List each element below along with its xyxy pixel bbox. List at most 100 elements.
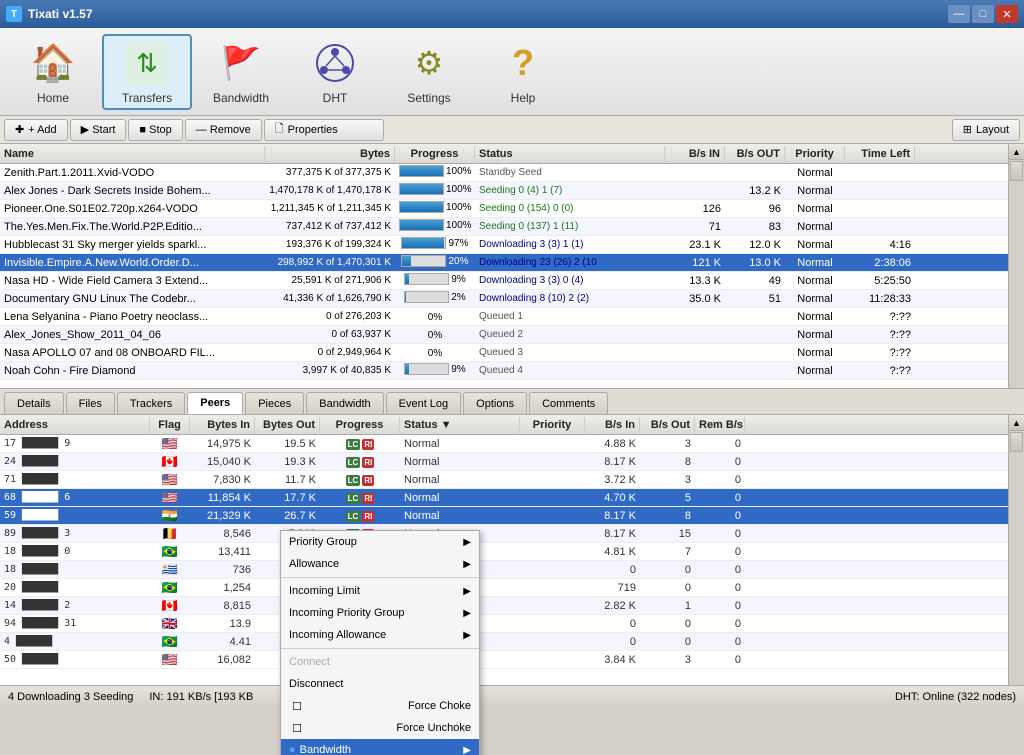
cell-lower-status: Normal — [400, 437, 520, 451]
lower-table-row[interactable]: 68 ██████ 6 🇺🇸 11,854 K 17.7 K LCRI Norm… — [0, 489, 1024, 507]
lower-table-row[interactable]: 59 ██████ 🇮🇳 21,329 K 26.7 K LCRI Normal… — [0, 507, 1024, 525]
cell-progress: 100% — [395, 182, 475, 199]
lower-table-row[interactable]: 50 ██████ 🇺🇸 16,082 LCRI Normal 3.84 K 3… — [0, 651, 1024, 669]
minimize-button[interactable]: — — [948, 5, 970, 23]
ctx-incoming-limit[interactable]: Incoming Limit▶ — [281, 580, 479, 602]
cell-addr: 4 ██████ — [0, 635, 150, 648]
main-table-container: Name Bytes Progress Status B/s IN B/s OU… — [0, 144, 1024, 389]
titlebar-controls: — □ ✕ — [948, 5, 1018, 23]
lower-table-row[interactable]: 14 ██████ 2 🇨🇦 8,815 LCRI Normal 2.82 K … — [0, 597, 1024, 615]
lower-scrollbar[interactable]: ▲ — [1008, 415, 1024, 685]
actionbar: ✚ + Add ▶ Start ■ Stop — Remove 🗋 Proper… — [0, 116, 1024, 144]
ctx-force-choke[interactable]: ☐ Force Choke — [281, 695, 479, 717]
close-button[interactable]: ✕ — [996, 5, 1018, 23]
ctx-incoming-allowance[interactable]: Incoming Allowance▶ — [281, 624, 479, 646]
maximize-button[interactable]: □ — [972, 5, 994, 23]
scroll-up-btn[interactable]: ▲ — [1009, 144, 1024, 160]
lower-table-row[interactable]: 20 ██████ 🇧🇷 1,254 INLIRCOUTLCRI Normal … — [0, 579, 1024, 597]
lower-table-row[interactable]: 24 ██████ 🇨🇦 15,040 K 19.3 K LCRI Normal… — [0, 453, 1024, 471]
toolbar-help-label: Help — [511, 91, 536, 105]
lower-table-row[interactable]: 18 ██████ 🇺🇾 736 LCRI Normal 0 0 0 — [0, 561, 1024, 579]
tab-bandwidth[interactable]: Bandwidth — [306, 392, 383, 414]
settings-icon: ⚙ — [405, 39, 453, 87]
cell-name: Alex Jones - Dark Secrets Inside Bohem..… — [0, 184, 265, 198]
cell-name: Noah Cohn - Fire Diamond — [0, 364, 265, 378]
ctx-disconnect[interactable]: Disconnect — [281, 673, 479, 695]
ctx-bandwidth[interactable]: ●Bandwidth▶ — [281, 739, 479, 755]
lower-scroll-up[interactable]: ▲ — [1009, 415, 1024, 431]
cell-addr: 24 ██████ — [0, 455, 150, 468]
cell-name: Nasa APOLLO 07 and 08 ONBOARD FIL... — [0, 346, 265, 360]
cell-bytes: 298,992 K of 1,470,301 K — [265, 256, 395, 269]
ctx-incoming-priority-group[interactable]: Incoming Priority Group▶ — [281, 602, 479, 624]
table-row[interactable]: Pioneer.One.S01E02.720p.x264-VODO 1,211,… — [0, 200, 1024, 218]
lower-scroll-thumb[interactable] — [1010, 432, 1023, 452]
tab-comments[interactable]: Comments — [529, 392, 608, 414]
cell-bsin — [665, 334, 725, 336]
remove-button[interactable]: — Remove — [185, 119, 262, 141]
table-row[interactable]: Noah Cohn - Fire Diamond 3,997 K of 40,8… — [0, 362, 1024, 380]
main-scrollbar[interactable]: ▲ — [1008, 144, 1024, 388]
start-button[interactable]: ▶ Start — [70, 119, 127, 141]
tab-peers[interactable]: Peers — [187, 392, 243, 414]
properties-button[interactable]: 🗋 Properties — [264, 119, 384, 141]
tab-pieces[interactable]: Pieces — [245, 392, 304, 414]
table-row[interactable]: Alex Jones - Dark Secrets Inside Bohem..… — [0, 182, 1024, 200]
cell-priority: Normal — [785, 202, 845, 216]
table-row[interactable]: Alex_Jones_Show_2011_04_06 0 of 63,937 K… — [0, 326, 1024, 344]
layout-button[interactable]: ⊞ Layout — [952, 119, 1020, 141]
lower-table-row[interactable]: 71 ██████ 🇺🇸 7,830 K 11.7 K LCRI Normal … — [0, 471, 1024, 489]
ctx-priority-group[interactable]: Priority Group▶ — [281, 531, 479, 553]
cell-flag: 🇧🇪 — [150, 525, 190, 543]
lower-table-row[interactable]: 17 ██████ 9 🇺🇸 14,975 K 19.5 K LCRI Norm… — [0, 435, 1024, 453]
cell-priority: Normal — [785, 220, 845, 234]
table-row[interactable]: Documentary GNU Linux The Codebr... 41,3… — [0, 290, 1024, 308]
toolbar-transfers[interactable]: ⇅ Transfers — [102, 34, 192, 110]
table-row[interactable]: Hubblecast 31 Sky merger yields sparkl..… — [0, 236, 1024, 254]
cell-bytes: 193,376 K of 199,324 K — [265, 238, 395, 251]
tab-event log[interactable]: Event Log — [386, 392, 462, 414]
status-dht: DHT: Online (322 nodes) — [895, 691, 1016, 703]
cell-lower-bsout: 0 — [640, 581, 695, 595]
ctx-force-unchoke[interactable]: ☐ Force Unchoke — [281, 717, 479, 739]
cell-bytes: 0 of 276,203 K — [265, 310, 395, 323]
cell-lower-status: Normal — [400, 509, 520, 523]
cell-lower-status: Normal — [400, 455, 520, 469]
cell-name: Hubblecast 31 Sky merger yields sparkl..… — [0, 238, 265, 252]
tab-trackers[interactable]: Trackers — [117, 392, 185, 414]
table-row[interactable]: Invisible.Empire.A.New.World.Order.D... … — [0, 254, 1024, 272]
tab-files[interactable]: Files — [66, 392, 115, 414]
toolbar-dht[interactable]: DHT — [290, 34, 380, 110]
toolbar-settings[interactable]: ⚙ Settings — [384, 34, 474, 110]
lower-table-row[interactable]: 18 ██████ 0 🇧🇷 13,411 LCRI Normal 4.81 K… — [0, 543, 1024, 561]
cell-status: Downloading 8 (10) 2 (2) — [475, 292, 665, 305]
cell-bin: 8,546 — [190, 527, 255, 541]
toolbar-bandwidth[interactable]: 🚩 Bandwidth — [196, 34, 286, 110]
lower-header-rem: Rem B/s — [695, 417, 745, 433]
table-row[interactable]: Nasa HD - Wide Field Camera 3 Extend... … — [0, 272, 1024, 290]
header-name: Name — [0, 146, 265, 162]
toolbar-help[interactable]: ? Help — [478, 34, 568, 110]
lower-table-row[interactable]: 89 ██████ 3 🇧🇪 8,546 7,369 LCRI Normal 8… — [0, 525, 1024, 543]
tab-options[interactable]: Options — [463, 392, 527, 414]
tab-details[interactable]: Details — [4, 392, 64, 414]
table-row[interactable]: Nasa APOLLO 07 and 08 ONBOARD FIL... 0 o… — [0, 344, 1024, 362]
toolbar-home-label: Home — [37, 91, 69, 105]
cell-addr: 18 ██████ 0 — [0, 545, 150, 558]
lower-table-row[interactable]: 4 ██████ 🇧🇷 4.41 INLIRCOUTLCRI Normal 0 … — [0, 633, 1024, 651]
table-row[interactable]: Zenith.Part.1.2011.Xvid-VODO 377,375 K o… — [0, 164, 1024, 182]
cell-lower-bsout: 1 — [640, 599, 695, 613]
cell-bout: 19.5 K — [255, 437, 320, 451]
header-progress: Progress — [395, 146, 475, 162]
stop-button[interactable]: ■ Stop — [128, 119, 182, 141]
lower-table-row[interactable]: 94 ██████ 31 🇬🇧 13.9 INLIRCOUTLCRI Norma… — [0, 615, 1024, 633]
titlebar-left: T Tixati v1.57 — [6, 6, 93, 22]
ctx-allowance[interactable]: Allowance▶ — [281, 553, 479, 575]
table-row[interactable]: Lena Selyanina - Piano Poetry neoclass..… — [0, 308, 1024, 326]
add-button[interactable]: ✚ + Add — [4, 119, 68, 141]
cell-bin: 8,815 — [190, 599, 255, 613]
cell-progress: 0% — [395, 310, 475, 324]
scroll-thumb[interactable] — [1010, 161, 1023, 181]
toolbar-home[interactable]: 🏠 Home — [8, 34, 98, 110]
table-row[interactable]: The.Yes.Men.Fix.The.World.P2P.Editio... … — [0, 218, 1024, 236]
